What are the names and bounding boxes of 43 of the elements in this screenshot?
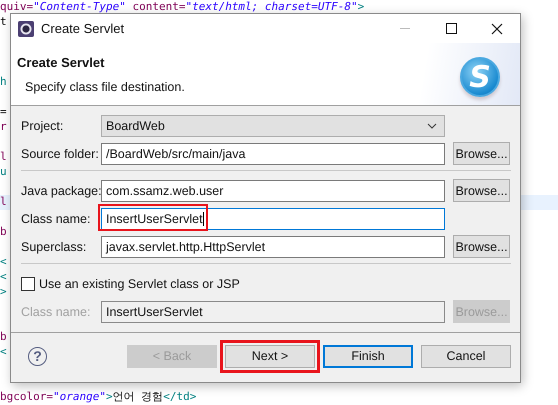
code-line: b	[0, 225, 7, 240]
code-line: <	[0, 345, 7, 360]
page-description: Specify class file destination.	[25, 80, 186, 94]
close-icon[interactable]	[491, 22, 503, 34]
code-line: b	[0, 330, 7, 345]
code-line: =	[0, 105, 7, 120]
field-label: Java package:	[21, 184, 101, 198]
input-field[interactable]: com.ssamz.web.user	[101, 180, 445, 202]
code-line: h	[0, 75, 7, 90]
field-label: Superclass:	[21, 240, 88, 254]
field-label: Class name:	[21, 212, 92, 226]
browse-button[interactable]: Browse...	[453, 179, 510, 202]
field-label: Source folder:	[21, 146, 100, 160]
code-line: <	[0, 255, 7, 270]
field-label: Class name:	[21, 304, 92, 318]
logo: S	[460, 57, 500, 97]
checkbox[interactable]	[21, 276, 35, 290]
code-line: r	[0, 120, 7, 135]
project-dropdown[interactable]: BoardWeb	[101, 114, 445, 136]
code-line: <	[0, 270, 7, 285]
code-line: l	[0, 150, 7, 165]
input-field[interactable]: javax.servlet.http.HttpServlet	[101, 236, 445, 258]
code-line: t	[0, 15, 7, 30]
chevron-down-icon	[427, 122, 437, 128]
page-title: Create Servlet	[17, 54, 106, 70]
gear-icon	[18, 20, 34, 36]
browse-button[interactable]: Browse...	[453, 142, 510, 165]
text-cursor	[202, 212, 204, 226]
wizard-button[interactable]: Cancel	[421, 344, 511, 368]
wizard-button[interactable]: Finish	[323, 344, 413, 368]
browse-button[interactable]: Browse...	[453, 235, 510, 258]
code-line: >	[0, 285, 7, 300]
wizard-button[interactable]: Next >	[225, 344, 315, 368]
input-field[interactable]: /BoardWeb/src/main/java	[101, 142, 445, 164]
window-title: Create Servlet	[41, 21, 124, 36]
input-field[interactable]: InsertUserServlet	[101, 208, 445, 230]
help-icon[interactable]: ?	[28, 346, 47, 366]
code-line: bgcolor="orange">언어 경험</td>	[0, 390, 196, 405]
code-line: quiv="Content-Type" content="text/html; charset=UTF-8">	[0, 0, 364, 15]
code-line: u	[0, 165, 7, 180]
checkbox-label: Use an existing Servlet class or JSP	[39, 276, 240, 290]
maximize-icon[interactable]	[446, 23, 456, 34]
field-label: Project:	[21, 118, 64, 132]
